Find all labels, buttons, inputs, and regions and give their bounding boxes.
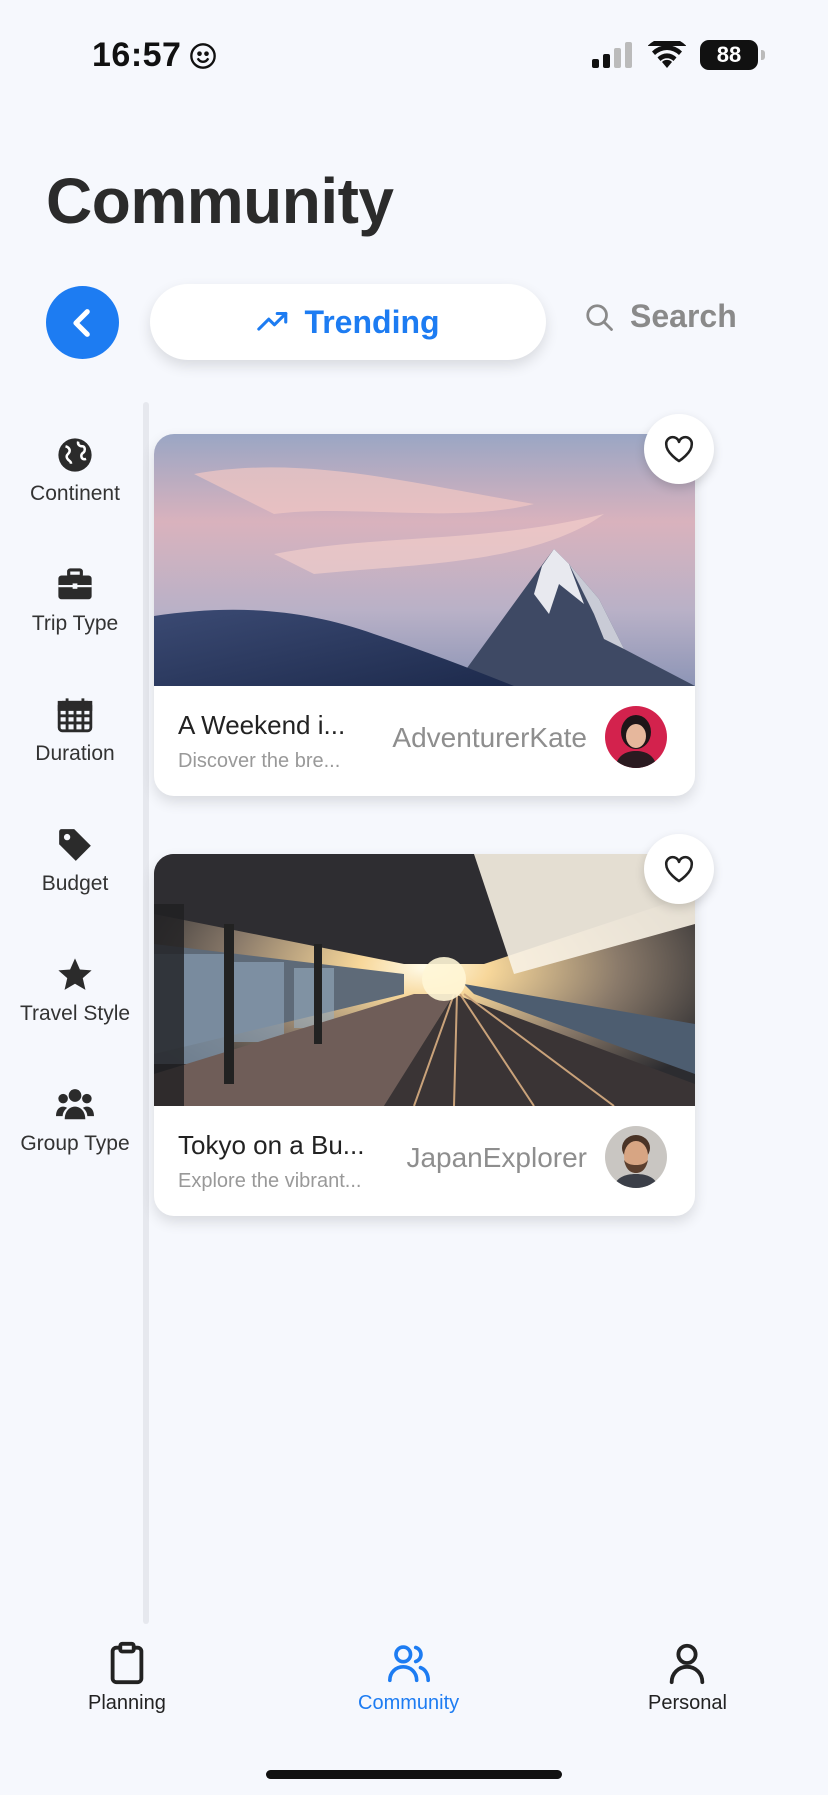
post-description: Explore the vibrant... (178, 1170, 362, 1192)
favorite-button[interactable] (644, 414, 714, 484)
chevron-left-icon (72, 308, 90, 337)
star-icon (58, 958, 92, 990)
tab-planning[interactable]: Planning (88, 1640, 166, 1715)
time-label: 16:57 (92, 36, 182, 74)
trending-label: Trending (304, 303, 440, 340)
users-icon (387, 1645, 430, 1683)
wifi-icon (648, 41, 686, 68)
battery-level: 88 (716, 42, 742, 67)
sidebar-item-label: Trip Type (31, 612, 119, 635)
sidebar-item-budget[interactable]: Budget (0, 826, 150, 896)
bottom-tab-bar: Planning Community Personal (0, 1640, 828, 1740)
back-button[interactable] (46, 286, 119, 359)
search-button[interactable]: Search (584, 298, 737, 335)
tab-label: Personal (648, 1692, 727, 1714)
users-icon (56, 1089, 94, 1120)
search-label: Search (630, 298, 737, 334)
post-title: A Weekend i... (178, 710, 346, 740)
sidebar-item-duration[interactable]: Duration (0, 696, 150, 766)
briefcase-icon (58, 568, 92, 600)
tab-community[interactable]: Community (358, 1640, 459, 1715)
avatar[interactable] (605, 1126, 667, 1188)
post-image-train-station (154, 854, 695, 1106)
post-card[interactable]: A Weekend i... Discover the bre... Adven… (154, 414, 714, 796)
post-author[interactable]: JapanExplorer (406, 1142, 587, 1174)
favorite-button[interactable] (644, 834, 714, 904)
status-bar-time: 16:57 (92, 36, 217, 75)
tab-personal[interactable]: Personal (648, 1640, 727, 1715)
sidebar-item-trip-type[interactable]: Trip Type (0, 566, 150, 636)
sidebar-item-label: Group Type (20, 1132, 130, 1155)
heart-icon (664, 435, 694, 463)
sidebar-item-group-type[interactable]: Group Type (0, 1086, 150, 1156)
sidebar-item-continent[interactable]: Continent (0, 436, 150, 506)
post-author[interactable]: AdventurerKate (392, 722, 587, 754)
person-icon (670, 1643, 705, 1685)
sidebar-item-travel-style[interactable]: Travel Style (0, 956, 150, 1026)
post-description: Discover the bre... (178, 750, 341, 772)
tab-label: Planning (88, 1692, 166, 1714)
signal-icon (592, 42, 632, 68)
page-title: Community (46, 165, 394, 237)
battery-indicator: 88 (700, 40, 765, 70)
calendar-icon (57, 698, 93, 733)
globe-icon (58, 438, 92, 472)
tag-icon (59, 829, 91, 861)
sidebar-item-label: Duration (35, 742, 115, 765)
sidebar-item-label: Continent (30, 482, 120, 505)
post-image-mountain (154, 434, 695, 686)
search-icon (586, 303, 613, 331)
sidebar-item-label: Budget (41, 872, 109, 895)
sidebar-item-label: Travel Style (19, 1002, 131, 1025)
post-title: Tokyo on a Bu... (178, 1130, 365, 1160)
home-indicator (266, 1770, 562, 1779)
avatar[interactable] (605, 706, 667, 768)
trending-tab[interactable]: Trending (150, 284, 546, 360)
tab-label: Community (358, 1692, 460, 1714)
trending-up-icon (257, 311, 288, 331)
smiley-icon (190, 42, 217, 69)
clipboard-icon (110, 1641, 144, 1685)
post-card[interactable]: Tokyo on a Bu... Explore the vibrant... … (154, 834, 714, 1216)
heart-icon (664, 855, 694, 883)
status-bar-indicators: 88 (590, 40, 765, 70)
